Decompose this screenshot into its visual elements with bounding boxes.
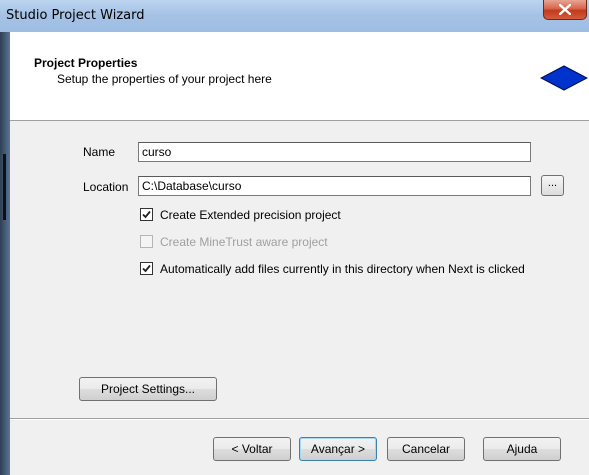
extended-precision-checkbox[interactable]: [140, 208, 153, 221]
page-title: Project Properties: [34, 56, 138, 70]
footer-separator: [10, 418, 589, 420]
help-button[interactable]: Ajuda: [483, 437, 561, 461]
browse-button[interactable]: ...: [541, 175, 564, 196]
wizard-header: Project Properties Setup the properties …: [10, 32, 589, 121]
title-bar[interactable]: Studio Project Wizard: [0, 0, 589, 32]
page-subtitle: Setup the properties of your project her…: [57, 72, 272, 86]
window-title: Studio Project Wizard: [6, 8, 145, 23]
location-field[interactable]: C:\Database\curso: [138, 176, 531, 196]
wizard-window: Studio Project Wizard Project Properties…: [0, 0, 589, 475]
extended-precision-label: Create Extended precision project: [160, 208, 341, 222]
auto-add-files-label: Automatically add files currently in thi…: [160, 262, 525, 276]
auto-add-files-checkbox[interactable]: [140, 262, 153, 275]
project-settings-button[interactable]: Project Settings...: [79, 377, 217, 401]
name-label: Name: [83, 145, 116, 159]
minetrust-label: Create MineTrust aware project: [160, 235, 328, 249]
checkmark-icon: [142, 264, 151, 273]
left-frame-border: [0, 32, 10, 475]
close-button[interactable]: [543, 0, 587, 20]
close-icon: [559, 4, 571, 15]
cancel-button[interactable]: Cancelar: [387, 437, 465, 461]
location-label: Location: [83, 180, 129, 194]
blue-diamond-icon: [540, 65, 588, 91]
name-field[interactable]: curso: [138, 142, 531, 162]
wizard-client-area: Project Properties Setup the properties …: [10, 32, 589, 475]
minetrust-checkbox: [140, 235, 153, 248]
frame-marker: [3, 154, 6, 220]
checkmark-icon: [142, 210, 151, 219]
next-button[interactable]: Avançar >: [299, 437, 377, 461]
back-button[interactable]: < Voltar: [213, 437, 291, 461]
